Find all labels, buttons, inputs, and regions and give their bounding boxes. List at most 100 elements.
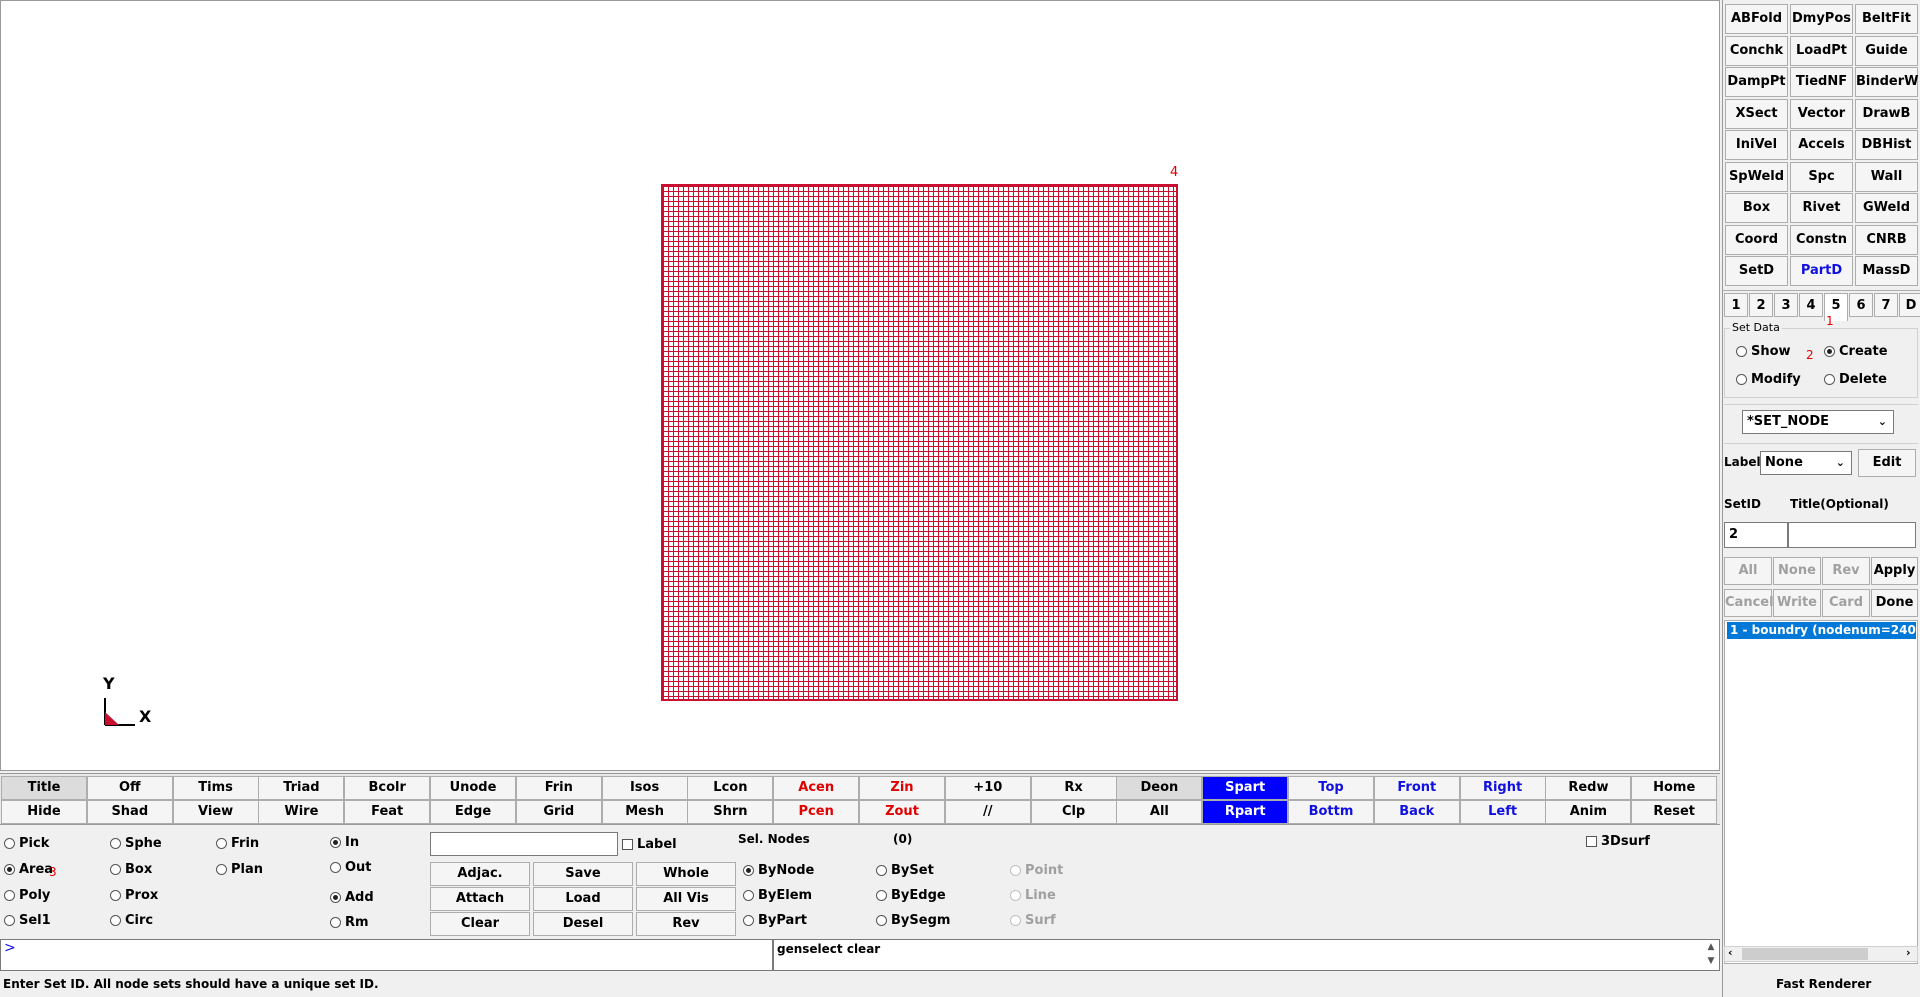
keyword-button-cnrb[interactable]: CNRB xyxy=(1855,224,1918,255)
rev-select-button[interactable]: Rev xyxy=(636,912,736,936)
keyword-button-dmypos[interactable]: DmyPos xyxy=(1790,4,1853,34)
toolbar-button-isos[interactable]: Isos xyxy=(601,776,688,800)
radio-sphe[interactable]: Sphe xyxy=(110,836,162,851)
set-type-select[interactable]: *SET_NODE ⌄ xyxy=(1742,410,1894,434)
tab-d[interactable]: D xyxy=(1899,293,1920,317)
scroll-left-icon[interactable]: ‹ xyxy=(1728,946,1733,959)
none-button[interactable]: None xyxy=(1773,557,1821,585)
tab-4[interactable]: 4 xyxy=(1799,293,1823,317)
radio-bypart[interactable]: ByPart xyxy=(743,913,807,928)
whole-button[interactable]: Whole xyxy=(636,862,736,886)
all-button[interactable]: All xyxy=(1724,557,1772,585)
radio-circ[interactable]: Circ xyxy=(110,913,153,928)
radio-byedge[interactable]: ByEdge xyxy=(876,888,946,903)
toolbar-button-spart[interactable]: Spart xyxy=(1202,776,1289,800)
title-input[interactable] xyxy=(1788,522,1916,548)
radio-byset[interactable]: BySet xyxy=(876,863,934,878)
radio-rm[interactable]: Rm xyxy=(330,915,369,930)
history-scrollbar[interactable]: ▲ ▼ xyxy=(1704,940,1718,970)
edit-button[interactable]: Edit xyxy=(1858,449,1916,477)
apply-button[interactable]: Apply xyxy=(1871,557,1918,585)
toolbar-button-rx[interactable]: Rx xyxy=(1030,776,1117,800)
keyword-button-coord[interactable]: Coord xyxy=(1725,224,1788,255)
radio-pick[interactable]: Pick xyxy=(4,836,49,851)
set-list[interactable] xyxy=(1724,620,1918,964)
keyword-button-tiednf[interactable]: TiedNF xyxy=(1790,67,1853,97)
toolbar-button-grid[interactable]: Grid xyxy=(515,800,602,824)
label-select[interactable]: None ⌄ xyxy=(1760,451,1852,475)
radio-area[interactable]: Area xyxy=(4,862,53,877)
radio-box[interactable]: Box xyxy=(110,862,152,877)
clear-button[interactable]: Clear xyxy=(430,912,530,936)
keyword-button-spc[interactable]: Spc xyxy=(1790,161,1853,192)
command-input[interactable] xyxy=(0,939,773,971)
toolbar-button-title[interactable]: Title xyxy=(1,776,87,800)
keyword-button-xsect[interactable]: XSect xyxy=(1725,98,1788,129)
radio-bysegm[interactable]: BySegm xyxy=(876,913,950,928)
toolbar-button-back[interactable]: Back xyxy=(1373,800,1460,824)
keyword-button-inivel[interactable]: IniVel xyxy=(1725,130,1788,160)
keyword-button-vector[interactable]: Vector xyxy=(1790,98,1853,129)
search-input[interactable] xyxy=(430,832,618,856)
toolbar-button-front[interactable]: Front xyxy=(1373,776,1460,800)
toolbar-button-top[interactable]: Top xyxy=(1288,776,1374,800)
tab-6[interactable]: 6 xyxy=(1849,293,1873,317)
toolbar-button-left[interactable]: Left xyxy=(1459,800,1546,824)
toolbar-button-unode[interactable]: Unode xyxy=(430,776,516,800)
toolbar-button-reset[interactable]: Reset xyxy=(1631,800,1718,824)
tab-2[interactable]: 2 xyxy=(1749,293,1773,317)
radio-sel1[interactable]: Sel1 xyxy=(4,913,51,928)
toolbar-button-slashslash[interactable]: // xyxy=(944,800,1031,824)
keyword-button-guide[interactable]: Guide xyxy=(1855,35,1918,66)
radio-point[interactable]: Point xyxy=(1010,863,1063,878)
keyword-button-damppt[interactable]: DampPt xyxy=(1725,67,1788,97)
radio-out[interactable]: Out xyxy=(330,860,372,875)
mesh-part[interactable] xyxy=(661,184,1178,701)
keyword-button-massd[interactable]: MassD xyxy=(1855,256,1918,286)
toolbar-button-zout[interactable]: Zout xyxy=(859,800,945,824)
keyword-button-constn[interactable]: Constn xyxy=(1790,224,1853,255)
toolbar-button-mesh[interactable]: Mesh xyxy=(601,800,688,824)
card-button[interactable]: Card xyxy=(1822,589,1870,617)
radio-create[interactable]: Create xyxy=(1824,344,1888,359)
toolbar-button-bottm[interactable]: Bottm xyxy=(1288,800,1374,824)
radio-prox[interactable]: Prox xyxy=(110,888,158,903)
keyword-button-beltfit[interactable]: BeltFit xyxy=(1855,4,1918,34)
radio-in[interactable]: In xyxy=(330,835,359,850)
keyword-button-loadpt[interactable]: LoadPt xyxy=(1790,35,1853,66)
toolbar-button-shrn[interactable]: Shrn xyxy=(687,800,774,824)
radio-surf[interactable]: Surf xyxy=(1010,913,1056,928)
rev-button[interactable]: Rev xyxy=(1822,557,1870,585)
list-item[interactable]: 1 - boundry (nodenum=2400) xyxy=(1727,622,1916,639)
keyword-button-binderw[interactable]: BinderW xyxy=(1855,67,1919,97)
keyword-button-conchk[interactable]: Conchk xyxy=(1725,35,1788,66)
keyword-button-dbhist[interactable]: DBHist xyxy=(1855,130,1918,160)
cancel-button[interactable]: Cancel xyxy=(1724,589,1774,617)
radio-poly[interactable]: Poly xyxy=(4,888,50,903)
toolbar-button-lcon[interactable]: Lcon xyxy=(687,776,774,800)
load-button[interactable]: Load xyxy=(533,887,633,911)
label-checkbox[interactable]: Label xyxy=(622,837,677,852)
keyword-button-gweld[interactable]: GWeld xyxy=(1855,193,1918,223)
done-button[interactable]: Done xyxy=(1871,589,1918,617)
tab-1[interactable]: 1 xyxy=(1724,293,1748,317)
toolbar-button-shad[interactable]: Shad xyxy=(86,800,173,824)
save-button[interactable]: Save xyxy=(533,862,633,886)
radio-show[interactable]: Show xyxy=(1736,344,1791,359)
desel-button[interactable]: Desel xyxy=(533,912,633,936)
tab-7[interactable]: 7 xyxy=(1874,293,1898,317)
toolbar-button-edge[interactable]: Edge xyxy=(430,800,516,824)
radio-byelem[interactable]: ByElem xyxy=(743,888,812,903)
keyword-button-accels[interactable]: Accels xyxy=(1790,130,1853,160)
3dsurf-checkbox[interactable]: 3Dsurf xyxy=(1586,834,1650,849)
radio-line[interactable]: Line xyxy=(1010,888,1056,903)
toolbar-button-tims[interactable]: Tims xyxy=(172,776,259,800)
toolbar-button-home[interactable]: Home xyxy=(1631,776,1718,800)
toolbar-button-zin[interactable]: Zin xyxy=(859,776,945,800)
toolbar-button-right[interactable]: Right xyxy=(1459,776,1546,800)
toolbar-button-triad[interactable]: Triad xyxy=(258,776,345,800)
radio-frin[interactable]: Frin xyxy=(216,836,259,851)
keyword-button-wall[interactable]: Wall xyxy=(1855,161,1918,192)
radio-add[interactable]: Add xyxy=(330,890,374,905)
hscroll-thumb[interactable] xyxy=(1742,948,1868,960)
